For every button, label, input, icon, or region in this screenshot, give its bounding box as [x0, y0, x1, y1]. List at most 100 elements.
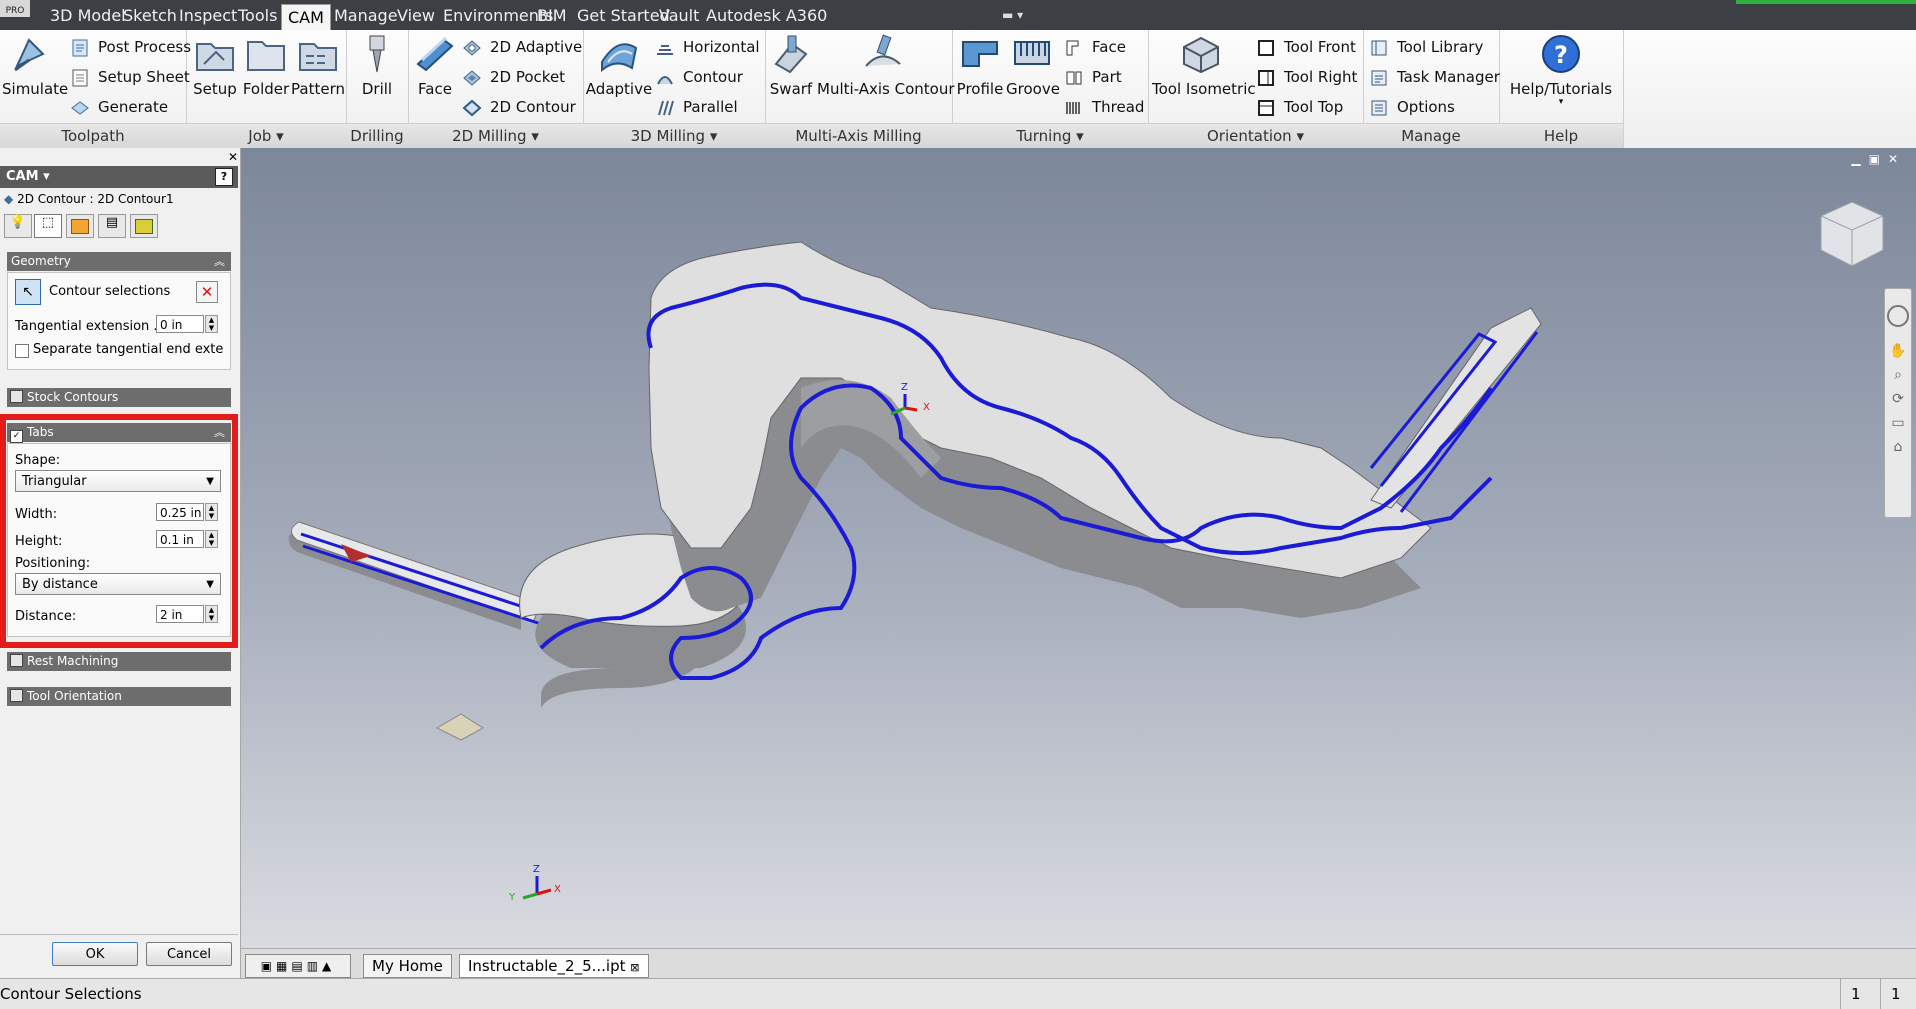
shape-select[interactable]: Triangular ▼ — [15, 470, 221, 492]
part-button[interactable]: Part — [1064, 64, 1122, 90]
height-stepper[interactable]: ▲ ▼ — [205, 530, 218, 548]
viewcube-icon[interactable] — [1817, 198, 1887, 272]
rest-machining-checkbox[interactable] — [10, 654, 23, 667]
face-button[interactable]: Face — [410, 34, 460, 98]
geometry-tab-icon[interactable]: ⬚ — [34, 214, 62, 238]
cancel-button[interactable]: Cancel — [146, 942, 232, 966]
cam-dropdown[interactable]: CAM ▾ — [6, 169, 50, 184]
tab-autodesk-a360[interactable]: Autodesk A360 — [706, 0, 827, 30]
geometry-section-header[interactable]: Geometry ︽ — [7, 252, 231, 271]
pattern-button[interactable]: Pattern — [290, 34, 346, 98]
tool-top-button[interactable]: Tool Top — [1256, 94, 1343, 120]
tab-tools[interactable]: Tools — [238, 0, 277, 30]
panel-title-3d-milling[interactable]: 3D Milling ▾ — [583, 123, 765, 148]
app-menu-button[interactable]: PRO — [0, 0, 30, 17]
panel-title-orientation[interactable]: Orientation ▾ — [1148, 123, 1363, 148]
tab-manage[interactable]: Manage — [334, 0, 398, 30]
panel-title-turning[interactable]: Turning ▾ — [952, 123, 1148, 148]
tabs-section-header[interactable]: ✓ Tabs ︽ — [7, 423, 231, 443]
2d-adaptive-button[interactable]: 2D Adaptive — [462, 34, 582, 60]
tool-isometric-button[interactable]: Tool Isometric — [1152, 34, 1256, 98]
separate-tangential-checkbox[interactable] — [15, 344, 29, 358]
profile-button[interactable]: Profile — [956, 34, 1004, 98]
generate-button[interactable]: Generate — [70, 94, 168, 120]
distance-stepper[interactable]: ▲ ▼ — [205, 605, 218, 623]
close-tab-icon[interactable]: ⊠ — [630, 961, 639, 974]
tab-vault[interactable]: Vault — [659, 0, 699, 30]
tool-orientation-checkbox[interactable] — [10, 689, 23, 702]
folder-button[interactable]: Folder — [241, 34, 291, 98]
tool-right-button[interactable]: Tool Right — [1256, 64, 1357, 90]
tabs-checkbox[interactable]: ✓ — [10, 430, 23, 443]
clear-selection-icon[interactable]: ✕ — [196, 281, 218, 303]
tab-inspect[interactable]: Inspect — [179, 0, 237, 30]
panel-close-icon[interactable]: ✕ — [228, 150, 238, 164]
tab-view[interactable]: View — [397, 0, 435, 30]
positioning-select[interactable]: By distance ▼ — [15, 573, 221, 595]
stock-contours-checkbox[interactable] — [10, 390, 23, 403]
doc-tab-file[interactable]: Instructable_2_5...ipt ⊠ — [459, 954, 649, 978]
window-arrangement-buttons[interactable]: ▣▦▤▥▲ — [245, 954, 351, 978]
pan-icon[interactable]: ✋ — [1885, 343, 1911, 359]
2d-pocket-button[interactable]: 2D Pocket — [462, 64, 565, 90]
tab-3d-model[interactable]: 3D Model — [50, 0, 126, 30]
horizontal-button[interactable]: Horizontal — [655, 34, 760, 60]
steering-wheel-icon[interactable] — [1887, 305, 1909, 327]
tangential-extension-stepper[interactable]: ▲ ▼ — [205, 315, 218, 333]
navigation-bar[interactable]: ✋ ⌕ ⟳ ▭ ⌂ — [1884, 288, 1912, 518]
collapse-chevron-icon[interactable]: ︽ — [214, 423, 225, 442]
distance-input[interactable]: 2 in — [156, 605, 204, 623]
panel-title-job[interactable]: Job ▾ — [186, 123, 346, 148]
options-button[interactable]: Options — [1369, 94, 1455, 120]
thread-button[interactable]: Thread — [1064, 94, 1144, 120]
panel-title-2d-milling[interactable]: 2D Milling ▾ — [408, 123, 583, 148]
help-tutorials-button[interactable]: ? Help/Tutorials ▾ — [1503, 34, 1619, 107]
help-question-icon[interactable]: ? — [215, 168, 233, 186]
contour-3d-button[interactable]: Contour — [655, 64, 743, 90]
zoom-icon[interactable]: ⌕ — [1885, 367, 1911, 383]
tangential-extension-input[interactable]: 0 in — [156, 315, 204, 333]
graphics-viewport[interactable]: ▁▣✕ Z X Z X Y ✋ ⌕ ⟳ ▭ ⌂ — [241, 148, 1916, 948]
orbit-icon[interactable]: ⟳ — [1885, 391, 1911, 407]
post-process-button[interactable]: Post Process — [70, 34, 191, 60]
heights-tab-icon[interactable] — [66, 214, 94, 238]
width-input[interactable]: 0.25 in — [156, 503, 204, 521]
tab-cam[interactable]: CAM — [281, 4, 331, 31]
simulate-button[interactable]: Simulate — [2, 34, 68, 98]
collapse-chevron-icon[interactable]: ︽ — [214, 252, 225, 271]
width-stepper[interactable]: ▲ ▼ — [205, 503, 218, 521]
tab-sketch[interactable]: Sketch — [123, 0, 177, 30]
groove-button[interactable]: Groove — [1006, 34, 1060, 98]
turning-face-button[interactable]: Face — [1064, 34, 1126, 60]
multi-axis-contour-button[interactable]: Multi-Axis Contour — [817, 34, 955, 98]
pointer-select-icon[interactable]: ↖ — [15, 279, 41, 305]
setup-sheet-button[interactable]: Setup Sheet — [70, 64, 190, 90]
tab-bim[interactable]: BIM — [537, 0, 567, 30]
ribbon-options-dropdown[interactable]: ▬ ▾ — [1002, 8, 1034, 24]
rest-machining-section-header[interactable]: Rest Machining — [7, 652, 231, 671]
swarf-button[interactable]: Swarf — [769, 34, 813, 98]
x-axis-label: X — [923, 402, 930, 413]
tab-get-started[interactable]: Get Started — [577, 0, 670, 30]
look-at-icon[interactable]: ▭ — [1885, 415, 1911, 431]
2d-contour-button[interactable]: 2D Contour — [462, 94, 576, 120]
task-manager-button[interactable]: Task Manager — [1369, 64, 1500, 90]
home-view-icon[interactable]: ⌂ — [1885, 439, 1911, 455]
divider — [0, 934, 238, 935]
passes-tab-icon[interactable]: ▤ — [98, 214, 126, 238]
tool-orientation-section-header[interactable]: Tool Orientation — [7, 687, 231, 706]
tool-front-button[interactable]: Tool Front — [1256, 34, 1356, 60]
tool-tab-icon[interactable]: 💡 — [4, 214, 32, 238]
doc-tab-my-home[interactable]: My Home — [363, 954, 452, 978]
post-process-icon — [72, 39, 88, 56]
chevron-down-icon: ▼ — [206, 476, 214, 487]
setup-button[interactable]: Setup — [192, 34, 238, 98]
height-input[interactable]: 0.1 in — [156, 530, 204, 548]
tool-library-button[interactable]: Tool Library — [1369, 34, 1483, 60]
ok-button[interactable]: OK — [52, 942, 138, 966]
adaptive-button[interactable]: Adaptive — [585, 34, 653, 98]
drill-button[interactable]: Drill — [352, 34, 402, 98]
linking-tab-icon[interactable] — [130, 214, 158, 238]
parallel-button[interactable]: Parallel — [655, 94, 738, 120]
stock-contours-section-header[interactable]: Stock Contours — [7, 388, 231, 407]
